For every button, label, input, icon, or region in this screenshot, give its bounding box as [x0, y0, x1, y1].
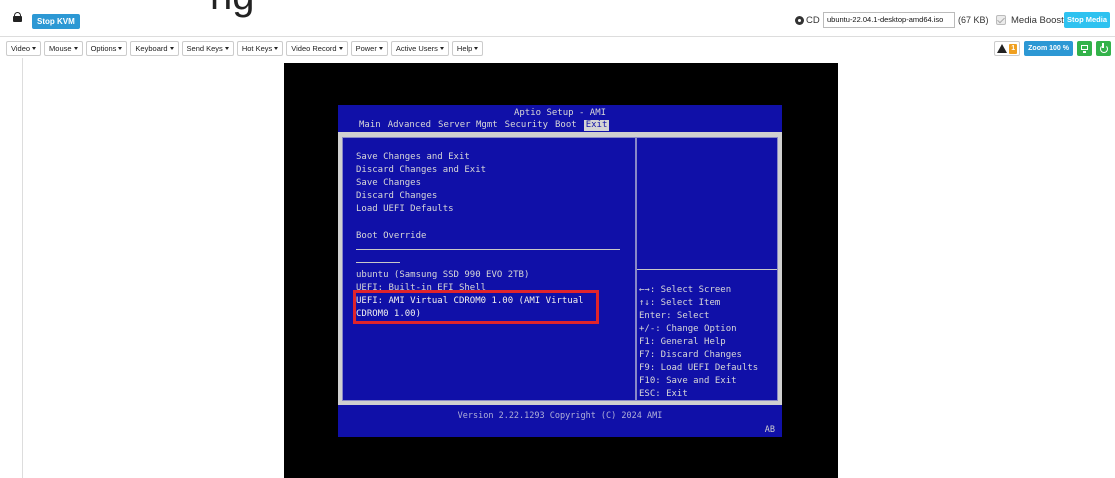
monitor-icon [1081, 45, 1088, 53]
bios-panel-frame: Save Changes and Exit Discard Changes an… [338, 132, 782, 405]
kvm-toolbar: Video Mouse Options Keyboard Send Keys H… [0, 36, 1115, 58]
video-menu[interactable]: Video [6, 41, 42, 56]
bios-setup-screen: Aptio Setup - AMI Main Advanced Server M… [338, 105, 782, 437]
mouse-menu[interactable]: Mouse [44, 41, 83, 56]
lock-icon [13, 12, 22, 22]
caret-down-icon [118, 47, 123, 50]
zoom-button[interactable]: Zoom 100 % [1024, 41, 1073, 56]
bios-tab-boot[interactable]: Boot [555, 120, 577, 131]
highlight-box [353, 290, 599, 324]
send-keys-menu[interactable]: Send Keys [181, 41, 234, 56]
top-bar: ng Stop KVM CD Image: ubuntu-22.04.1-des… [0, 0, 1115, 36]
boot-list-divider [356, 262, 400, 263]
bios-tab-exit[interactable]: Exit [583, 120, 610, 131]
boot-option-ubuntu[interactable]: ubuntu (Samsung SSD 990 EVO 2TB) [356, 270, 529, 281]
caret-down-icon [439, 47, 444, 50]
partial-heading: ng [210, 0, 255, 19]
discard-changes-and-exit-option[interactable]: Discard Changes and Exit [356, 165, 486, 176]
help-f9: F9: Load UEFI Defaults [639, 363, 759, 373]
bios-tab-security[interactable]: Security [505, 120, 548, 131]
hot-keys-menu[interactable]: Hot Keys [236, 41, 284, 56]
warning-count-badge: 1 [1009, 43, 1018, 54]
help-change-option: +/-: Change Option [639, 324, 737, 334]
boot-override-divider [356, 249, 620, 250]
bios-title: Aptio Setup - AMI [513, 108, 607, 118]
stop-media-button[interactable]: Stop Media [1064, 12, 1111, 28]
bios-tab-server-mgmt[interactable]: Server Mgmt [438, 120, 498, 131]
cd-icon [795, 16, 804, 25]
power-button[interactable] [1096, 41, 1111, 56]
help-enter: Enter: Select [639, 311, 710, 321]
bios-help-pane: ←→: Select Screen ↑↓: Select Item Enter:… [636, 137, 778, 401]
help-divider [637, 269, 777, 270]
caret-down-icon [378, 47, 383, 50]
caret-down-icon [169, 47, 174, 50]
menu-bar: Video Mouse Options Keyboard Send Keys H… [6, 41, 484, 56]
help-menu[interactable]: Help [451, 41, 484, 56]
bios-corner-code: AB [764, 425, 775, 435]
boot-override-heading: Boot Override [356, 231, 427, 241]
help-select-item: ↑↓: Select Item [639, 298, 721, 308]
bios-tab-advanced[interactable]: Advanced [388, 120, 431, 131]
warning-icon [997, 44, 1008, 53]
cd-image-select[interactable]: ubuntu-22.04.1-desktop-amd64.iso [823, 12, 955, 28]
display-button[interactable] [1077, 41, 1092, 56]
caret-down-icon [338, 47, 343, 50]
stop-kvm-button[interactable]: Stop KVM [32, 14, 80, 29]
warnings-button[interactable]: 1 [994, 41, 1021, 56]
caret-down-icon [224, 47, 229, 50]
discard-changes-option[interactable]: Discard Changes [356, 191, 437, 202]
save-changes-option[interactable]: Save Changes [356, 178, 421, 189]
help-select-screen: ←→: Select Screen [639, 285, 732, 295]
media-boost-label: Media Boost [1011, 15, 1064, 26]
bios-footer: Version 2.22.1293 Copyright (C) 2024 AMI [457, 411, 663, 421]
help-f10: F10: Save and Exit [639, 376, 737, 386]
caret-down-icon [474, 47, 479, 50]
help-f7: F7: Discard Changes [639, 350, 742, 360]
cd-image-size: (67 KB) [958, 15, 989, 25]
keyboard-menu[interactable]: Keyboard [130, 41, 179, 56]
toolbar-right-group: 1 Zoom 100 % [994, 41, 1111, 56]
bios-options-pane: Save Changes and Exit Discard Changes an… [342, 137, 636, 401]
caret-down-icon [274, 47, 279, 50]
help-f1: F1: General Help [639, 337, 726, 347]
active-users-menu[interactable]: Active Users [390, 41, 449, 56]
help-esc: ESC: Exit [639, 389, 688, 399]
power-menu[interactable]: Power [350, 41, 388, 56]
media-boost-checkbox[interactable] [996, 15, 1006, 25]
caret-down-icon [73, 47, 78, 50]
save-changes-and-exit-option[interactable]: Save Changes and Exit [356, 152, 470, 163]
power-icon [1099, 42, 1108, 53]
options-menu[interactable]: Options [85, 41, 128, 56]
caret-down-icon [32, 47, 37, 50]
video-record-menu[interactable]: Video Record [286, 41, 348, 56]
bios-tab-bar: Main Advanced Server Mgmt Security Boot … [359, 120, 610, 131]
bios-tab-main[interactable]: Main [359, 120, 381, 131]
load-uefi-defaults-option[interactable]: Load UEFI Defaults [356, 204, 454, 215]
